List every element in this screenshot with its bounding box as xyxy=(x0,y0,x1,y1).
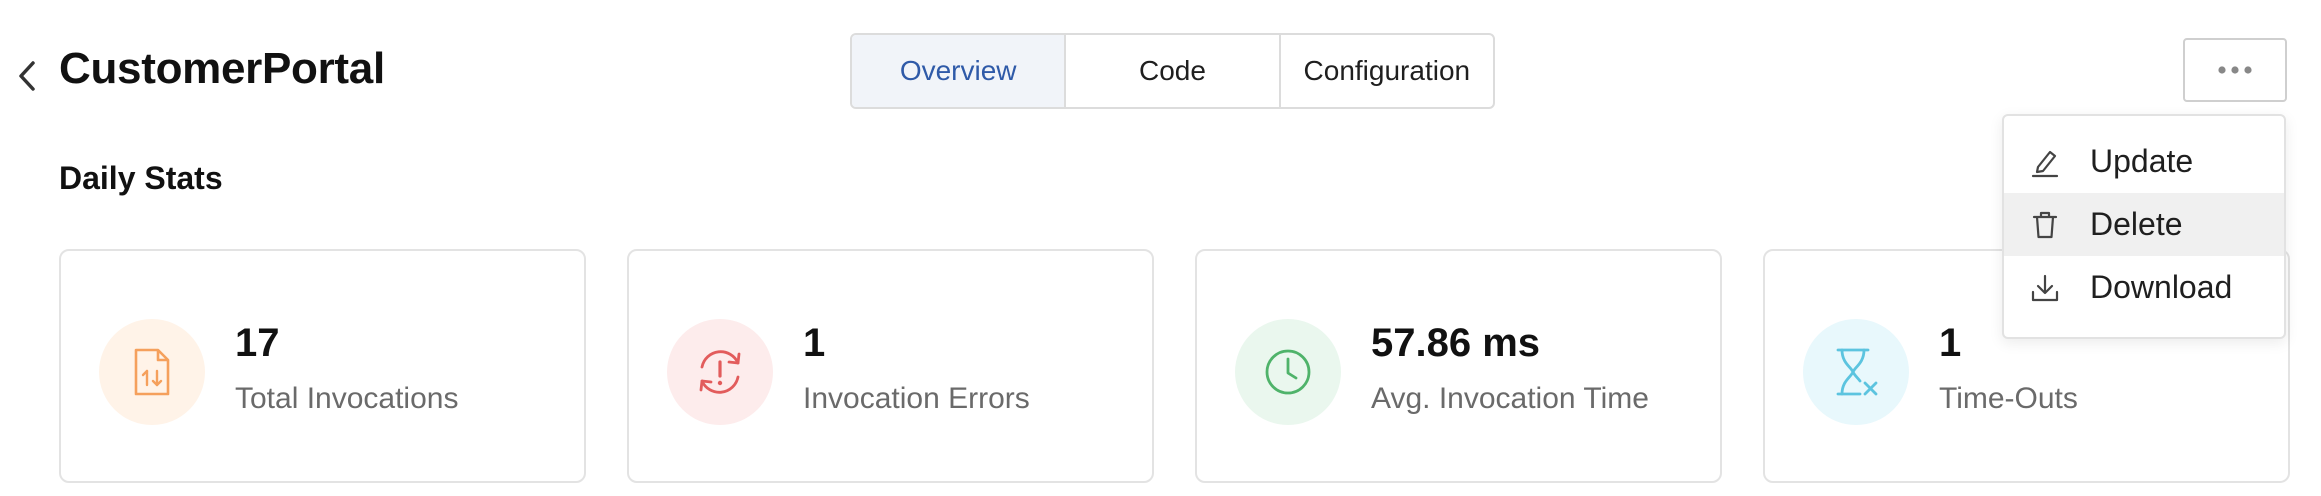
stat-icon-bg xyxy=(667,319,773,425)
stat-label: Invocation Errors xyxy=(803,382,1030,415)
tab-configuration[interactable]: Configuration xyxy=(1281,35,1493,107)
stat-icon-bg xyxy=(99,319,205,425)
stat-card-avg-invocation-time: 57.86 ms Avg. Invocation Time xyxy=(1195,249,1722,483)
menu-item-label: Update xyxy=(2090,143,2194,179)
menu-item-label: Download xyxy=(2090,269,2233,305)
menu-item-delete[interactable]: Delete xyxy=(2004,193,2284,256)
tab-code[interactable]: Code xyxy=(1066,35,1281,107)
error-refresh-icon xyxy=(699,350,741,394)
edit-pencil-icon xyxy=(2028,145,2062,179)
stat-value: 17 xyxy=(235,321,280,365)
menu-item-update[interactable]: Update xyxy=(2004,130,2284,193)
stat-icon-bg xyxy=(1235,319,1341,425)
tab-overview[interactable]: Overview xyxy=(852,35,1067,107)
stat-card-invocation-errors: 1 Invocation Errors xyxy=(627,249,1154,483)
download-icon xyxy=(2028,271,2062,305)
stat-label: Time-Outs xyxy=(1939,382,2078,415)
hourglass-x-icon xyxy=(1836,348,1878,396)
stat-value: 1 xyxy=(803,321,826,365)
page-title: CustomerPortal xyxy=(59,44,385,93)
menu-item-download[interactable]: Download xyxy=(2004,256,2284,319)
more-horizontal-icon xyxy=(2218,66,2252,74)
stat-label: Avg. Invocation Time xyxy=(1371,382,1649,415)
menu-item-label: Delete xyxy=(2090,206,2183,242)
trash-icon xyxy=(2028,208,2062,242)
stat-value: 57.86 ms xyxy=(1371,321,1541,365)
stat-value: 1 xyxy=(1939,321,1962,365)
document-icon xyxy=(134,348,170,396)
tab-bar: Overview Code Configuration xyxy=(850,33,1495,109)
stat-label: Total Invocations xyxy=(235,382,459,415)
back-button[interactable] xyxy=(10,56,46,96)
stat-icon-bg xyxy=(1803,319,1909,425)
stat-card-total-invocations: 17 Total Invocations xyxy=(59,249,586,483)
more-options-button[interactable] xyxy=(2183,38,2287,102)
section-title-daily-stats: Daily Stats xyxy=(59,160,223,196)
more-options-menu: Update Delete Download xyxy=(2002,114,2286,339)
chevron-left-icon xyxy=(19,61,35,91)
clock-icon xyxy=(1265,349,1311,395)
